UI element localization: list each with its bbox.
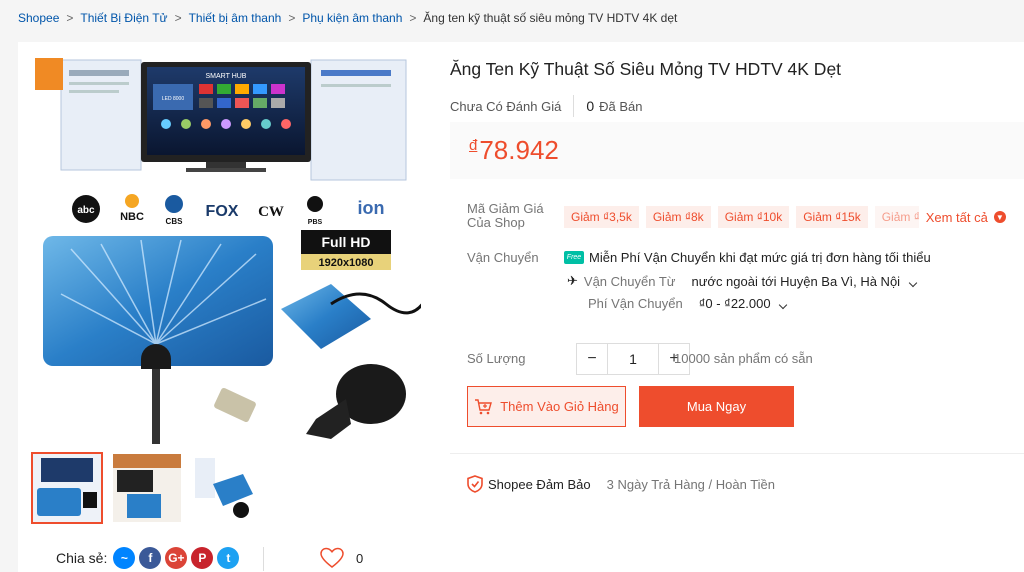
sold-label: Đã Bán	[599, 98, 643, 114]
guarantee-name: Shopee Đảm Bảo	[488, 476, 591, 492]
section-divider	[450, 453, 1024, 454]
sold-count: 0	[586, 98, 595, 114]
share-label: Chia sẻ:	[56, 550, 108, 566]
smart-hub-label: SMART HUB	[206, 73, 247, 80]
channel-pbs: PBS	[308, 219, 323, 226]
free-shipping-line: Free Miễn Phí Vận Chuyển khi đạt mức giá…	[564, 250, 931, 265]
buy-now-button[interactable]: Mua Ngay	[639, 386, 794, 427]
breadcrumb: Shopee > Thiết Bị Điện Tử > Thiết bị âm …	[18, 11, 677, 25]
channel-cbs: CBS	[166, 217, 184, 226]
product-price: đ 78.942	[469, 135, 1005, 166]
free-shipping-icon: Free	[564, 251, 584, 264]
like-count: 0	[356, 550, 364, 566]
breadcrumb-shopee[interactable]: Shopee	[18, 11, 59, 25]
product-card: SMART HUB LED 8000 abc NBC CBS FOX CW PB…	[18, 42, 1024, 572]
channel-ion: ion	[358, 198, 385, 218]
fullhd-badge-bottom: 1920x1080	[318, 257, 373, 269]
add-to-cart-label: Thêm Vào Giỏ Hàng	[500, 399, 619, 414]
chevron-down-icon: ▼	[993, 211, 1006, 223]
thumbnail-list	[31, 452, 263, 524]
truck-icon: ✈	[567, 273, 578, 288]
thumbnail-antenna-tv	[33, 454, 101, 522]
breadcrumb-current: Ăng ten kỹ thuật số siêu mỏng TV HDTV 4K…	[423, 11, 678, 25]
twitter-icon[interactable]: t	[217, 547, 240, 569]
quantity-label: Số Lượng	[467, 351, 526, 366]
share-bar: Chia sẻ: ~ f G+ P t	[56, 547, 243, 569]
ship-fee-line: Phí Vận Chuyển ₫0 - ₫22.000	[588, 296, 788, 311]
price-value: 78.942	[479, 135, 559, 165]
shopee-guarantee[interactable]: Shopee Đảm Bảo 3 Ngày Trả Hàng / Hoàn Ti…	[467, 475, 775, 493]
chevron-down-icon	[908, 278, 917, 287]
thumbnail-channels	[193, 454, 261, 522]
thumbnail-2[interactable]	[111, 452, 183, 524]
chevron-right-icon: >	[66, 11, 74, 25]
chevron-right-icon: >	[288, 11, 296, 25]
pinterest-icon[interactable]: P	[191, 547, 214, 569]
facebook-icon[interactable]: f	[139, 547, 162, 569]
ship-fee-value: ₫0 - ₫22.000	[698, 296, 771, 311]
quantity-decrease-button[interactable]: −	[576, 343, 608, 375]
chevron-right-icon: >	[174, 11, 182, 25]
antenna-product-illustration: SMART HUB LED 8000 abc NBC CBS FOX CW PB…	[35, 58, 421, 444]
meta-divider	[573, 95, 575, 117]
stock-text: 10000 sản phẩm có sẵn	[674, 351, 813, 366]
guarantee-text: 3 Ngày Trả Hàng / Hoàn Tiền	[606, 476, 775, 492]
ship-from-selector[interactable]: nước ngoài tới Huyện Ba Vì, Hà Nội	[691, 273, 917, 289]
quantity-input[interactable]: 1	[608, 343, 658, 375]
add-to-cart-button[interactable]: Thêm Vào Giỏ Hàng	[467, 386, 626, 427]
chevron-right-icon: >	[409, 11, 417, 25]
breadcrumb-audio[interactable]: Thiết bị âm thanh	[189, 11, 282, 25]
voucher-5[interactable]: Giảm ₫	[874, 206, 919, 228]
product-title: Ăng Ten Kỹ Thuật Số Siêu Mỏng TV HDTV 4K…	[450, 59, 842, 79]
tv-model-label: LED 8000	[162, 96, 184, 102]
product-main-image[interactable]: SMART HUB LED 8000 abc NBC CBS FOX CW PB…	[31, 54, 421, 444]
see-all-label: Xem tất cả	[925, 209, 988, 225]
heart-icon	[320, 547, 344, 568]
thumbnail-1[interactable]	[31, 452, 103, 524]
ship-fee-label: Phí Vận Chuyển	[588, 296, 683, 311]
breadcrumb-electronics[interactable]: Thiết Bị Điện Tử	[80, 11, 167, 25]
voucher-label: Mã Giảm Giá Của Shop	[467, 201, 544, 230]
quantity-stepper: − 1 +	[576, 343, 690, 375]
share-divider	[263, 547, 264, 571]
cart-icon	[475, 398, 493, 414]
voucher-1[interactable]: Giảm ₫3,5k	[564, 206, 639, 228]
channel-cw: CW	[258, 204, 284, 220]
see-all-vouchers[interactable]: Xem tất cả ▼	[926, 210, 1006, 225]
ship-from-line: ✈ Vận Chuyển Từ nước ngoài tới Huyện Ba …	[567, 273, 917, 289]
thumbnail-3[interactable]	[191, 452, 263, 524]
voucher-4[interactable]: Giảm ₫15k	[796, 206, 868, 228]
product-meta: Chưa Có Đánh Giá 0 Đã Bán	[450, 95, 642, 117]
channel-fox: FOX	[206, 203, 239, 220]
price-box: đ 78.942	[450, 122, 1024, 179]
free-shipping-text: Miễn Phí Vận Chuyển khi đạt mức giá trị …	[589, 250, 931, 265]
chevron-down-icon	[778, 300, 788, 310]
ship-from-label: Vận Chuyển Từ	[583, 273, 676, 289]
shield-icon	[467, 475, 483, 493]
like-button[interactable]: 0	[320, 547, 363, 569]
voucher-list: Giảm ₫3,5k Giảm ₫8k Giảm ₫10k Giảm ₫15k …	[564, 206, 1006, 228]
voucher-2[interactable]: Giảm ₫8k	[645, 206, 711, 228]
rating-text[interactable]: Chưa Có Đánh Giá	[450, 99, 561, 114]
messenger-icon[interactable]: ~	[113, 547, 136, 569]
shipping-label: Vận Chuyển	[467, 250, 539, 265]
channel-abc: abc	[77, 205, 95, 216]
channel-nbc: NBC	[120, 211, 144, 223]
voucher-3[interactable]: Giảm ₫10k	[717, 206, 790, 228]
google-plus-icon[interactable]: G+	[165, 547, 188, 569]
fullhd-badge-top: Full HD	[322, 234, 371, 250]
ship-from-value: nước ngoài tới Huyện Ba Vì, Hà Nội	[691, 273, 901, 289]
currency-symbol: đ	[469, 137, 478, 154]
thumbnail-indoor-antenna	[113, 454, 181, 522]
ship-fee-selector[interactable]: ₫0 - ₫22.000	[698, 296, 788, 311]
breadcrumb-audio-accessories[interactable]: Phụ kiện âm thanh	[302, 11, 402, 25]
